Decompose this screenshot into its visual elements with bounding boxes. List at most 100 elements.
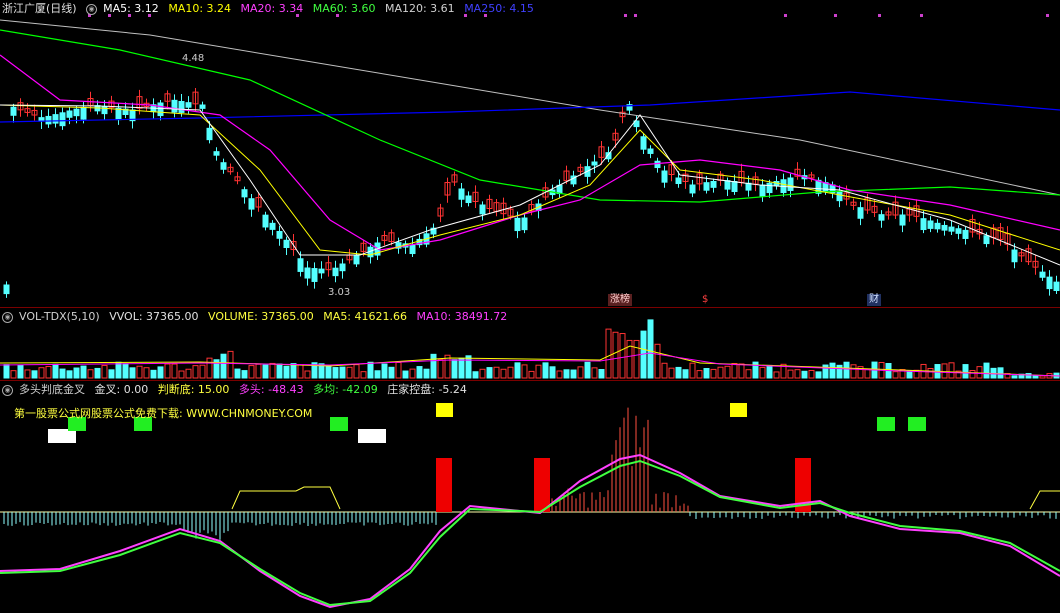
settings-icon[interactable]: ◉ <box>2 311 13 323</box>
volume-bar <box>59 368 66 379</box>
volume-bar <box>500 368 507 379</box>
volume-bar <box>220 353 227 379</box>
candle-body <box>213 151 220 156</box>
volume-bar <box>808 369 815 379</box>
avg-value: 多均: -42.09 <box>313 383 378 396</box>
volume-bar <box>31 370 38 379</box>
candle-body <box>10 106 17 116</box>
candle-body <box>689 184 696 194</box>
volume-bar <box>479 368 486 379</box>
candle-body <box>955 228 962 234</box>
volume-bar <box>10 370 17 379</box>
volume-bar <box>234 368 241 379</box>
candle-body <box>206 127 213 141</box>
volume-bar <box>367 361 374 379</box>
volume-bar <box>3 364 10 379</box>
judge-bottom-value: 判断底: 15.00 <box>157 383 230 396</box>
ind-indicator-name[interactable]: 多头判底金叉 <box>19 383 85 396</box>
settings-icon[interactable]: ◉ <box>86 3 98 15</box>
volume-bar <box>402 370 409 379</box>
signal-block <box>330 417 348 431</box>
volume-bar <box>374 370 381 379</box>
candle-body <box>521 217 528 231</box>
volume-bar <box>283 365 290 379</box>
ma10-value: MA10: 3.24 <box>168 2 232 15</box>
volume-bar <box>591 367 598 379</box>
volume-bar <box>38 367 45 379</box>
volume-bar <box>969 370 976 379</box>
vol-ma10-value: MA10: 38491.72 <box>416 310 508 323</box>
candle-body <box>878 214 885 221</box>
volume-bar <box>1011 375 1018 379</box>
volume-bar <box>360 371 367 379</box>
candle-body <box>927 220 934 229</box>
volume-bar <box>199 364 206 379</box>
ma20-value: MA20: 3.34 <box>240 2 304 15</box>
avg-line <box>0 459 1060 607</box>
candle-body <box>899 214 906 226</box>
volume-bar <box>353 364 360 379</box>
security-title[interactable]: 浙江广厦(日线) <box>2 2 77 15</box>
candlestick-chart[interactable] <box>0 0 1060 307</box>
ma250-value: MA250: 4.15 <box>464 2 534 15</box>
volume-value: VOLUME: 37365.00 <box>208 310 314 323</box>
candle-body <box>724 180 731 190</box>
signal-dot <box>784 14 787 17</box>
golden-cross-marker <box>436 458 452 512</box>
volume-bar <box>654 343 661 379</box>
vol-indicator-name[interactable]: VOL-TDX(5,10) <box>19 310 100 323</box>
volume-bar <box>94 367 101 379</box>
volume-bar <box>787 369 794 379</box>
volume-bar <box>150 369 157 379</box>
volume-bar <box>675 366 682 379</box>
volume-bar <box>906 370 913 379</box>
volume-bar <box>241 370 248 379</box>
volume-bar <box>983 362 990 379</box>
candle-body <box>1039 271 1046 278</box>
volume-bar <box>332 367 339 379</box>
volume-bar <box>346 366 353 379</box>
candle-body <box>514 217 521 232</box>
volume-bar <box>731 362 738 379</box>
volume-bar <box>1025 373 1032 379</box>
candle-body <box>318 268 325 274</box>
volume-bar <box>262 364 269 379</box>
volume-bar <box>605 328 612 379</box>
volume-bar <box>759 366 766 379</box>
volume-bar <box>101 364 108 379</box>
volume-bar <box>1039 375 1046 379</box>
candle-body <box>640 136 647 150</box>
candle-body <box>283 239 290 248</box>
vol-ma5-value: MA5: 41621.66 <box>323 310 407 323</box>
candle-body <box>262 214 269 228</box>
candle-body <box>59 112 66 127</box>
volume-bar <box>850 364 857 379</box>
candle-body <box>101 106 108 115</box>
signal-dot <box>634 14 637 17</box>
bull-value: 多头: -48.43 <box>238 383 304 396</box>
volume-bar <box>584 361 591 379</box>
settings-icon[interactable]: ◉ <box>2 384 13 396</box>
candle-body <box>948 226 955 232</box>
promo-text[interactable]: 第一股票公式网股票公式免费下载: WWW.CHNMONEY.COM <box>14 405 312 421</box>
volume-panel[interactable]: ◉ VOL-TDX(5,10) VVOL: 37365.00 VOLUME: 37… <box>0 308 1060 380</box>
volume-bar <box>598 369 605 379</box>
volume-bar <box>66 370 73 379</box>
volume-bar <box>577 366 584 379</box>
candle-body <box>1046 276 1053 290</box>
volume-bar <box>409 368 416 379</box>
indicator-panel[interactable]: ◉ 多头判底金叉 金叉: 0.00 判断底: 15.00 多头: -48.43 多… <box>0 381 1060 613</box>
volume-bar <box>703 368 710 379</box>
price-panel[interactable]: 浙江广厦(日线) ◉ MA5: 3.12 MA10: 3.24 MA20: 3.3… <box>0 0 1060 307</box>
event-tag-dollar[interactable]: $ <box>700 294 710 306</box>
volume-bar <box>773 371 780 379</box>
volume-bar <box>157 366 164 379</box>
volume-bar <box>1032 375 1039 379</box>
volume-bar <box>738 363 745 379</box>
event-tag-rank[interactable]: 涨榜 <box>608 294 632 306</box>
event-tag-finance[interactable]: 财 <box>867 294 881 306</box>
candle-body <box>353 255 360 265</box>
volume-bar <box>437 359 444 379</box>
volume-bar <box>535 364 542 379</box>
candle-body <box>45 115 52 125</box>
